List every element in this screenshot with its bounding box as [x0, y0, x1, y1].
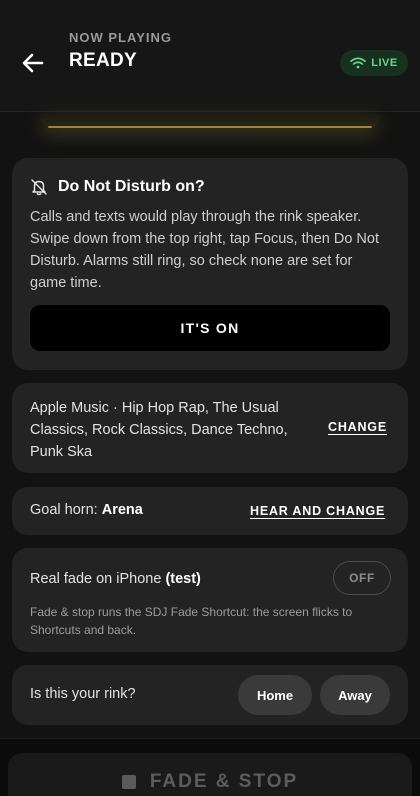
dnd-body: Calls and texts would play through the r…: [30, 209, 379, 291]
fade-stop-label: FADE & STOP: [149, 771, 299, 792]
live-label: LIVE: [371, 57, 398, 69]
now-playing-screen: NOW PLAYING READY LIVE Do Not Disturb on…: [0, 0, 420, 796]
goal-horn-card: Goal horn: Arena HEAR AND CHANGE: [12, 487, 408, 535]
real-fade-card: Real fade on iPhone (test) OFF Fade & st…: [12, 548, 408, 652]
change-music-link[interactable]: CHANGE: [328, 420, 387, 434]
arrow-left-icon: [22, 53, 44, 73]
dnd-card: Do Not Disturb on? Calls and texts would…: [12, 158, 408, 370]
home-button[interactable]: Home: [238, 675, 312, 715]
fade-stop-button[interactable]: FADE & STOP: [8, 753, 412, 796]
real-fade-label: Real fade on iPhone: [30, 571, 162, 587]
real-fade-note: Fade & stop runs the SDJ Fade Shortcut: …: [30, 605, 353, 637]
now-playing-eyebrow: NOW PLAYING: [69, 30, 172, 45]
back-button[interactable]: [18, 50, 48, 76]
rink-card: Is this your rink? Home Away: [12, 665, 408, 725]
its-on-button[interactable]: IT'S ON: [30, 305, 390, 351]
dnd-title-row: Do Not Disturb on?: [30, 178, 205, 196]
goal-horn-value: Arena: [101, 502, 143, 518]
real-fade-toggle[interactable]: OFF: [333, 561, 391, 595]
wifi-icon: [350, 57, 367, 69]
goal-horn-row: Goal horn: Arena: [30, 502, 143, 518]
music-card: Apple Music · Hip Hop Rap, The Usual Cla…: [12, 383, 408, 473]
page-title: READY: [69, 50, 138, 71]
glow-line: [48, 126, 372, 128]
live-badge: LIVE: [340, 50, 408, 76]
bottom-bar: FADE & STOP: [0, 738, 420, 796]
bell-slash-icon: [31, 179, 47, 196]
top-header: NOW PLAYING READY LIVE: [0, 0, 420, 112]
hear-and-change-link[interactable]: HEAR AND CHANGE: [250, 504, 385, 518]
away-button[interactable]: Away: [320, 675, 390, 715]
rink-question: Is this your rink?: [30, 686, 136, 702]
real-fade-row: Real fade on iPhone (test): [30, 571, 201, 587]
dnd-title: Do Not Disturb on?: [58, 178, 205, 195]
real-fade-test-label: (test): [165, 571, 201, 587]
stop-icon: [121, 775, 136, 789]
goal-horn-label: Goal horn:: [30, 502, 98, 518]
music-playlists: Apple Music · Hip Hop Rap, The Usual Cla…: [30, 400, 288, 460]
